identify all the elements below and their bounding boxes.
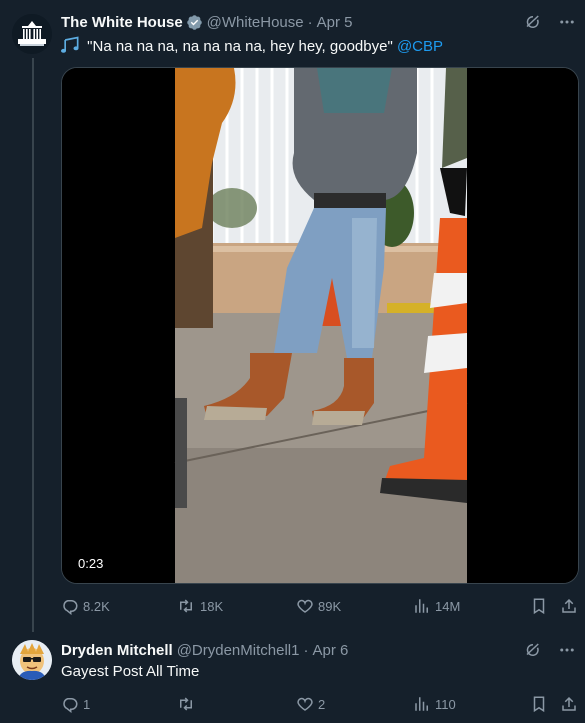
verified-badge-icon xyxy=(186,14,203,31)
repost-button[interactable]: 18K xyxy=(176,597,223,615)
video-frame xyxy=(62,68,578,583)
white-house-avatar[interactable] xyxy=(12,14,52,54)
like-icon xyxy=(297,697,313,711)
reply-count: 8.2K xyxy=(83,598,110,614)
dryden-avatar-image xyxy=(12,640,52,680)
music-note-icon xyxy=(61,36,81,60)
views-icon xyxy=(415,697,428,711)
reply-header: Dryden Mitchell @DrydenMitchell1 · Apr 6 xyxy=(61,640,348,660)
reply-button[interactable]: 8.2K xyxy=(61,597,110,615)
post-body: "Na na na na, na na na na, hey hey, good… xyxy=(87,38,393,55)
reply-icon xyxy=(63,698,78,713)
bookmark-button[interactable] xyxy=(530,597,548,615)
share-icon xyxy=(562,598,576,613)
grok-icon[interactable] xyxy=(523,640,543,660)
video-duration: 0:23 xyxy=(72,554,110,573)
thread-line xyxy=(32,58,34,632)
post-text: "Na na na na, na na na na, hey hey, good… xyxy=(61,36,443,60)
dryden-avatar[interactable] xyxy=(12,640,52,680)
views-count: 14M xyxy=(435,598,461,614)
like-count: 89K xyxy=(318,598,342,614)
post-actions: 8.2K 18K 89K 14M xyxy=(61,597,579,617)
post-date[interactable]: Apr 5 xyxy=(317,14,353,31)
reply-top-actions xyxy=(523,640,577,660)
views-button[interactable]: 110 xyxy=(413,695,456,713)
reply-text: Gayest Post All Time xyxy=(61,663,200,680)
reply-author-name[interactable]: Dryden Mitchell xyxy=(61,642,173,659)
share-button[interactable] xyxy=(560,597,578,615)
like-count: 2 xyxy=(318,696,326,712)
author-handle[interactable]: @WhiteHouse xyxy=(207,14,304,31)
separator: · xyxy=(307,13,313,31)
reply-icon xyxy=(63,600,78,615)
repost-button[interactable] xyxy=(176,695,200,713)
bookmark-icon xyxy=(533,598,545,615)
reply-button[interactable]: 1 xyxy=(61,695,90,713)
reply-author-handle[interactable]: @DrydenMitchell1 xyxy=(177,642,300,659)
video-player[interactable]: 0:23 xyxy=(61,67,579,584)
bookmark-icon xyxy=(533,696,545,713)
repost-icon xyxy=(180,697,192,711)
reply-separator: · xyxy=(303,641,309,659)
like-button[interactable]: 89K xyxy=(296,597,341,615)
like-button[interactable]: 2 xyxy=(296,695,325,713)
more-icon[interactable] xyxy=(557,12,577,32)
white-house-logo xyxy=(12,14,52,54)
reply-count: 1 xyxy=(83,696,91,712)
post-top-actions xyxy=(523,12,577,32)
timeline: The White House @WhiteHouse · Apr 5 "Na … xyxy=(0,0,585,723)
repost-icon xyxy=(180,599,192,613)
like-icon xyxy=(297,599,313,613)
views-button[interactable]: 14M xyxy=(413,597,460,615)
grok-icon[interactable] xyxy=(523,12,543,32)
reply-date[interactable]: Apr 6 xyxy=(312,642,348,659)
repost-count: 18K xyxy=(200,598,224,614)
more-icon[interactable] xyxy=(557,640,577,660)
share-icon xyxy=(562,696,576,711)
views-count: 110 xyxy=(435,696,456,712)
reply-actions: 1 2 110 xyxy=(61,695,579,715)
mention-link[interactable]: @CBP xyxy=(397,38,443,55)
author-name[interactable]: The White House xyxy=(61,14,183,31)
post-header: The White House @WhiteHouse · Apr 5 xyxy=(61,12,352,32)
share-button[interactable] xyxy=(560,695,578,713)
bookmark-button[interactable] xyxy=(530,695,548,713)
views-icon xyxy=(415,599,428,613)
